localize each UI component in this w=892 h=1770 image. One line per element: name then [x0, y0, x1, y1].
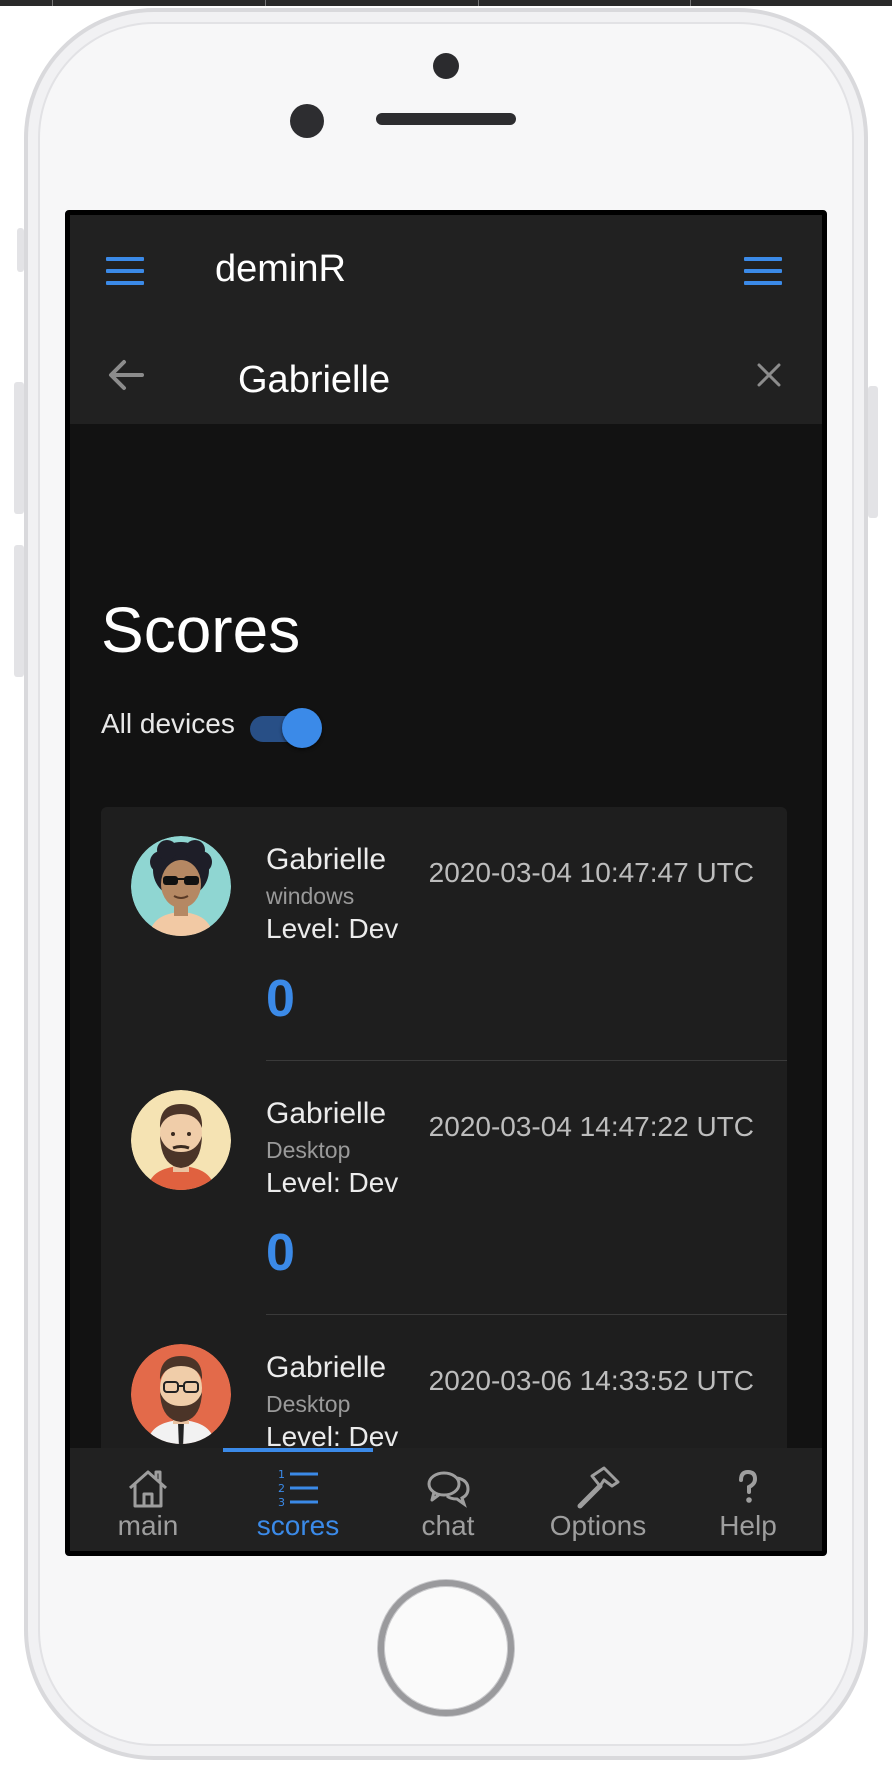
scores-list: Gabrielle windows Level: Dev 2020-03-04 …	[101, 807, 787, 1507]
phone-volume-up	[14, 382, 24, 514]
menu-icon-right[interactable]	[744, 257, 782, 285]
proximity-sensor	[433, 53, 459, 79]
toggle-thumb	[282, 708, 322, 748]
nav-item-options[interactable]: Options	[523, 1448, 673, 1551]
nav-label: Help	[719, 1510, 777, 1541]
nav-item-help[interactable]: Help	[673, 1448, 822, 1551]
afro-sunglasses-avatar	[131, 836, 231, 936]
bottom-navigation: main 1 2 3 scores chat Options Help	[70, 1448, 822, 1551]
bearded-man-avatar	[131, 1090, 231, 1190]
menu-icon[interactable]	[106, 257, 144, 285]
search-bar	[70, 325, 822, 424]
nav-label: main	[117, 1510, 179, 1541]
device-label: Desktop	[266, 1391, 351, 1417]
chat-icon	[424, 1466, 472, 1510]
svg-text:1: 1	[278, 1468, 285, 1481]
score-timestamp: 2020-03-04 10:47:47 UTC	[428, 857, 754, 888]
svg-text:3: 3	[278, 1496, 285, 1509]
app-bar: deminR	[70, 215, 822, 325]
phone-mute-switch	[17, 228, 24, 272]
nav-item-chat[interactable]: chat	[373, 1448, 523, 1551]
nav-item-main[interactable]: main	[73, 1448, 223, 1551]
app-screen: deminR Gabrielle Scores All devices Gabr…	[65, 210, 827, 1556]
score-timestamp: 2020-03-04 14:47:22 UTC	[428, 1111, 754, 1142]
nav-label: scores	[256, 1510, 340, 1541]
back-arrow-icon[interactable]	[106, 357, 146, 393]
help-icon	[724, 1466, 772, 1510]
front-camera	[290, 104, 324, 138]
device-label: Desktop	[266, 1137, 351, 1163]
page-title: Scores	[101, 594, 301, 666]
glasses-bearded-man-avatar	[131, 1344, 231, 1444]
search-input[interactable]: Gabrielle	[238, 359, 390, 402]
player-name: Gabrielle	[266, 1097, 387, 1130]
phone-volume-down	[14, 545, 24, 677]
svg-text:2: 2	[278, 1482, 285, 1495]
score-list-item[interactable]: Gabrielle Desktop Level: Dev 2020-03-04 …	[101, 1061, 787, 1315]
player-name: Gabrielle	[266, 1351, 387, 1384]
score-list-item[interactable]: Gabrielle windows Level: Dev 2020-03-04 …	[101, 807, 787, 1061]
home-button[interactable]	[378, 1580, 514, 1716]
score-timestamp: 2020-03-06 14:33:52 UTC	[428, 1365, 754, 1396]
nav-label: Options	[549, 1510, 647, 1541]
player-name: Gabrielle	[266, 843, 387, 876]
all-devices-label: All devices	[101, 708, 235, 739]
hammer-icon	[574, 1466, 622, 1510]
score-value: 0	[266, 970, 295, 1028]
app-title: deminR	[215, 248, 346, 290]
score-value: 0	[266, 1224, 295, 1282]
browser-top-edge	[0, 0, 892, 6]
close-icon[interactable]	[754, 360, 784, 390]
device-label: windows	[266, 883, 355, 909]
nav-label: chat	[421, 1510, 475, 1541]
level-label: Level: Dev	[266, 1167, 399, 1198]
level-label: Level: Dev	[266, 913, 399, 944]
nav-item-scores[interactable]: 1 2 3 scores	[223, 1448, 373, 1551]
home-icon	[124, 1466, 172, 1510]
all-devices-toggle[interactable]	[250, 706, 324, 750]
phone-power-button	[868, 386, 878, 518]
list-numbered-icon: 1 2 3	[274, 1466, 322, 1510]
earpiece-speaker	[376, 113, 516, 125]
